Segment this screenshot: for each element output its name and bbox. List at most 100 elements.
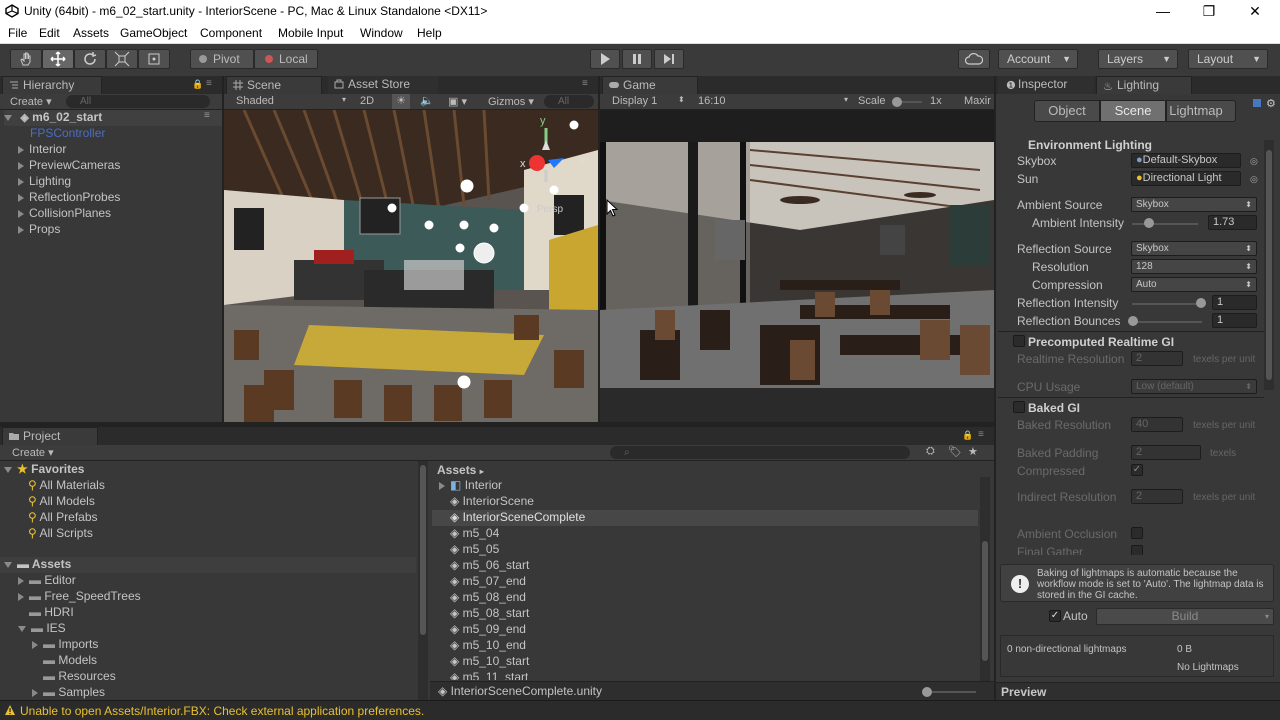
ambient-intensity-field[interactable]: 1.73 (1208, 215, 1257, 230)
file-interiorscene[interactable]: ◈ InteriorScene (450, 494, 534, 508)
subtab-lightmap[interactable]: Lightmap (1166, 100, 1236, 122)
compressed-checkbox[interactable]: ✓ (1131, 464, 1143, 476)
help-book-icon[interactable] (1252, 98, 1262, 108)
ambient-intensity-knob[interactable] (1144, 218, 1154, 228)
ambient-source-dropdown[interactable]: Skybox ⬍ (1131, 197, 1257, 212)
menu-mobile-input[interactable]: Mobile Input (278, 26, 343, 40)
environment-lighting-header[interactable]: Environment Lighting (1028, 138, 1152, 152)
reflection-bounces-slider[interactable] (1132, 321, 1202, 323)
hand-tool-button[interactable] (10, 49, 42, 69)
folder-resources[interactable]: ▬ Resources (43, 669, 116, 683)
filter-by-type-icon[interactable]: ⛭ (926, 445, 935, 458)
icon-size-slider-knob[interactable] (922, 687, 932, 697)
2d-toggle[interactable]: 2D (360, 95, 374, 107)
inspector-scrollbar[interactable] (1264, 140, 1274, 390)
preview-bar[interactable]: Preview (996, 682, 1280, 700)
file-m5-11-start[interactable]: ◈ m5_11_start (450, 670, 528, 680)
tab-lighting[interactable]: ♨ Lighting (1096, 76, 1192, 94)
sun-field[interactable]: ●Directional Light (1131, 171, 1241, 186)
scene-menu-icon[interactable]: ≡ (204, 110, 210, 121)
final-gather-checkbox[interactable] (1131, 545, 1143, 555)
play-button[interactable] (590, 49, 620, 69)
baked-resolution-field[interactable]: 40 (1131, 417, 1183, 432)
hierarchy-item-collisionplanes[interactable]: CollisionPlanes (18, 206, 111, 220)
tab-inspector[interactable]: ❶ Inspector (998, 76, 1094, 94)
file-interior[interactable]: ◧ Interior (439, 478, 502, 492)
gizmos-dropdown[interactable]: Gizmos ▾ (488, 95, 534, 108)
scene-lighting-toggle[interactable]: ☀ (392, 94, 410, 109)
reflection-intensity-knob[interactable] (1196, 298, 1206, 308)
hierarchy-item-interior[interactable]: Interior (18, 142, 66, 156)
object-picker-icon[interactable]: ◎ (1250, 174, 1258, 185)
favorite-star-icon[interactable]: ★ (968, 445, 978, 458)
rotate-tool-button[interactable] (74, 49, 106, 69)
pause-button[interactable] (622, 49, 652, 69)
assets-root-row[interactable]: ▬ Assets (0, 557, 416, 573)
reflection-bounces-field[interactable]: 1 (1212, 313, 1257, 328)
auto-checkbox[interactable]: ✓ (1049, 610, 1061, 622)
subtab-object[interactable]: Object (1034, 100, 1100, 122)
file-m5-08-end[interactable]: ◈ m5_08_end (450, 590, 526, 604)
hierarchy-item-previewcameras[interactable]: PreviewCameras (18, 158, 120, 172)
file-m5-04[interactable]: ◈ m5_04 (450, 526, 499, 540)
favorite-all-scripts[interactable]: ⚲ All Scripts (28, 526, 93, 540)
layout-dropdown[interactable]: Layout ▼ (1188, 49, 1268, 69)
tab-scene[interactable]: Scene (226, 76, 322, 94)
menu-gameobject[interactable]: GameObject (120, 26, 187, 40)
menu-file[interactable]: File (8, 26, 27, 40)
folder-hdri[interactable]: ▬ HDRI (29, 605, 74, 619)
settings-gear-icon[interactable]: ⚙ (1266, 97, 1276, 110)
account-dropdown[interactable]: Account ▼ (998, 49, 1078, 69)
icon-size-slider[interactable] (926, 691, 976, 693)
panel-menu-icon[interactable]: ≡ (978, 429, 984, 440)
display-dropdown[interactable]: Display 1 (612, 95, 657, 107)
favorite-all-prefabs[interactable]: ⚲ All Prefabs (28, 510, 98, 524)
tree-scrollbar[interactable] (418, 461, 428, 700)
folder-models[interactable]: ▬ Models (43, 653, 97, 667)
reflection-intensity-field[interactable]: 1 (1212, 295, 1257, 310)
realtime-resolution-field[interactable]: 2 (1131, 351, 1183, 366)
panel-menu-icon[interactable]: ≡ (582, 78, 588, 89)
effects-dropdown[interactable]: ▣ ▾ (448, 95, 467, 108)
persp-label[interactable]: Persp (537, 204, 563, 215)
ambient-intensity-slider[interactable] (1132, 223, 1198, 225)
rect-tool-button[interactable] (138, 49, 170, 69)
filter-by-label-icon[interactable]: 🏷 (948, 445, 962, 458)
cloud-button[interactable] (958, 49, 990, 69)
ambient-occlusion-checkbox[interactable] (1131, 527, 1143, 539)
status-bar[interactable]: Unable to open Assets/Interior.FBX: Chec… (0, 700, 1280, 720)
maximize-on-play-toggle[interactable]: Maxir (964, 95, 991, 107)
subtab-scene[interactable]: Scene (1100, 100, 1166, 122)
baked-gi-header[interactable]: Baked GI (1028, 401, 1080, 415)
baked-gi-checkbox[interactable] (1013, 401, 1025, 413)
game-viewport[interactable] (600, 110, 994, 388)
baked-padding-field[interactable]: 2 (1131, 445, 1201, 460)
tab-project[interactable]: Project (2, 427, 98, 445)
precomputed-gi-header[interactable]: Precomputed Realtime GI (1028, 335, 1174, 349)
file-m5-07-end[interactable]: ◈ m5_07_end (450, 574, 526, 588)
move-tool-button[interactable] (42, 49, 74, 69)
hierarchy-item-lighting[interactable]: Lighting (18, 174, 71, 188)
scale-slider-knob[interactable] (892, 97, 902, 107)
cpu-usage-dropdown[interactable]: Low (default) ⬍ (1131, 379, 1257, 394)
object-picker-icon[interactable]: ◎ (1250, 156, 1258, 167)
hierarchy-item-props[interactable]: Props (18, 222, 60, 236)
menu-window[interactable]: Window (360, 26, 403, 40)
file-m5-09-end[interactable]: ◈ m5_09_end (450, 622, 526, 636)
create-dropdown[interactable]: Create ▾ (10, 95, 52, 108)
file-m5-05[interactable]: ◈ m5_05 (450, 542, 499, 556)
scene-search-input[interactable]: All (544, 95, 594, 108)
tab-game[interactable]: Game (602, 76, 698, 94)
panel-menu-icon[interactable]: ≡ (206, 78, 212, 89)
build-button[interactable]: Build ▾ (1096, 608, 1274, 625)
step-button[interactable] (654, 49, 684, 69)
menu-assets[interactable]: Assets (73, 26, 109, 40)
hierarchy-search-input[interactable]: All (66, 95, 210, 108)
create-dropdown[interactable]: Create ▾ (12, 446, 54, 459)
precomputed-gi-checkbox[interactable] (1013, 335, 1025, 347)
reflection-intensity-slider[interactable] (1132, 303, 1202, 305)
scene-root-row[interactable]: ◈ m6_02_start ≡ (4, 110, 222, 126)
folder-free-speedtrees[interactable]: ▬ Free_SpeedTrees (18, 589, 141, 603)
folder-ies[interactable]: ▬ IES (18, 621, 66, 635)
folder-imports[interactable]: ▬ Imports (32, 637, 98, 651)
